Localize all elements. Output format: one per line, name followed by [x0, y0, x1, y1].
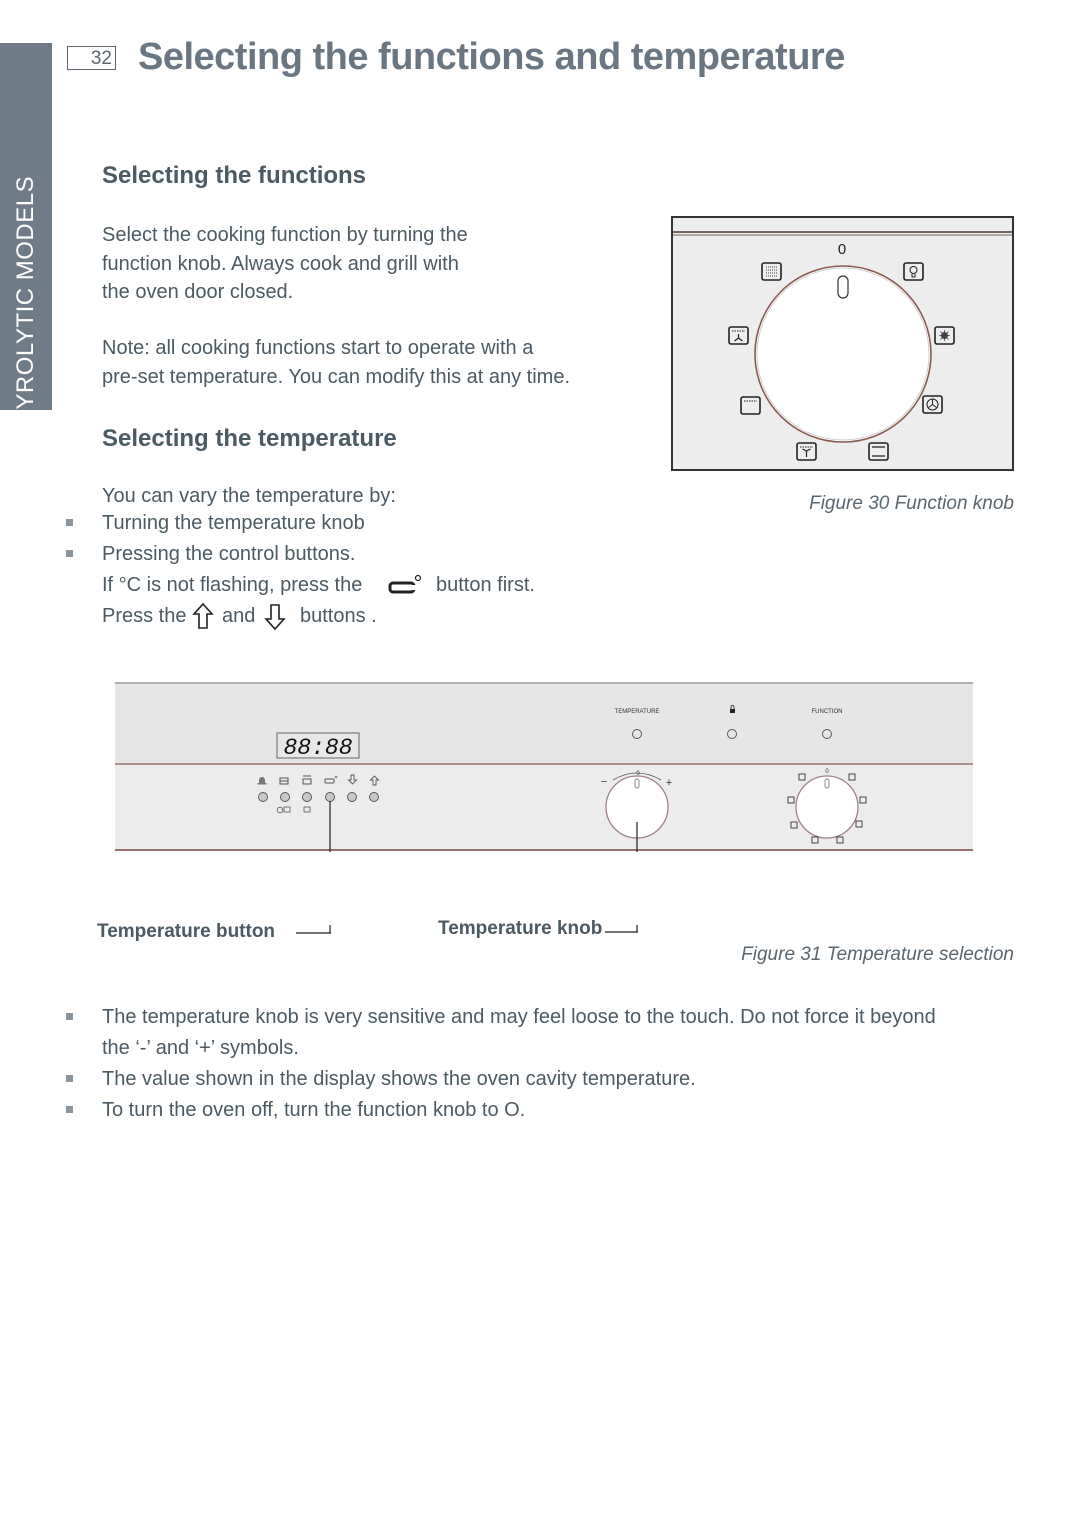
functions-note: Note: all cooking functions start to ope…	[102, 334, 622, 391]
display-value: 88:88	[283, 735, 352, 761]
bake-icon	[740, 396, 761, 415]
text-line: function knob. Always cook and grill wit…	[102, 252, 459, 275]
temperature-button[interactable]	[325, 792, 335, 802]
knob-zero-label: 0	[838, 241, 846, 258]
press-instruction-post: buttons .	[300, 605, 377, 627]
functions-paragraph: Select the cooking function by turning t…	[102, 221, 622, 307]
knob-indicator	[837, 275, 849, 299]
knob-plus-symbol: +	[666, 777, 672, 789]
celsius-instruction-pre: If °C is not flashing, press the	[102, 574, 363, 596]
conventional-bake-icon	[796, 442, 817, 461]
note-line: To turn the oven off, turn the function …	[102, 1099, 526, 1121]
text-line: Note: all cooking functions start to ope…	[102, 337, 534, 359]
temperature-button-icon	[388, 574, 422, 594]
temperature-intro: You can vary the temperature by:	[102, 485, 396, 507]
side-tab-label: PYROLYTIC MODELS	[12, 175, 39, 427]
callout-temperature-button: Temperature button	[97, 921, 276, 942]
callout-temperature-knob: Temperature knob	[438, 918, 603, 939]
temperature-bullet: Pressing the control buttons.	[102, 543, 356, 565]
defrost-icon	[934, 326, 955, 345]
press-instruction-pre: Press the	[102, 605, 187, 627]
stop-button[interactable]	[302, 792, 312, 802]
bell-button[interactable]	[258, 792, 268, 802]
function-knob-drawing: 0	[673, 231, 1012, 461]
figure-temperature-selection: 88:88 TEMPERATURE FUNCTION − + 0 0	[115, 682, 973, 852]
fan-grill-icon	[728, 326, 749, 345]
section-heading-temperature: Selecting the temperature	[102, 425, 397, 452]
celsius-instruction-post: button first.	[436, 574, 535, 596]
text-line: pre-set temperature. You can modify this…	[102, 365, 571, 388]
side-tab: PYROLYTIC MODELS	[0, 43, 52, 426]
bullet-icon	[66, 1106, 73, 1113]
cook-time-button[interactable]	[280, 792, 290, 802]
up-button[interactable]	[369, 792, 379, 802]
note-line: the ‘-’ and ‘+’ symbols.	[102, 1037, 299, 1059]
function-knob[interactable]	[795, 775, 859, 839]
fan-bake-icon	[868, 442, 889, 461]
figure-30-caption: Figure 30 Function knob	[809, 493, 1014, 514]
page-title: Selecting the functions and temperature	[138, 36, 845, 78]
up-arrow-icon	[192, 602, 214, 629]
knob-minus-symbol: −	[601, 776, 607, 788]
figure-function-knob: 0	[671, 216, 1014, 471]
page-number-box: 32	[67, 46, 116, 70]
page-number: 32	[90, 48, 112, 69]
fan-forced-icon	[922, 395, 943, 414]
temperature-bullet: Turning the temperature knob	[102, 512, 365, 534]
text-line: the oven door closed.	[102, 281, 294, 303]
down-arrow-icon	[264, 604, 286, 631]
bullet-icon	[66, 1013, 73, 1020]
digital-display: 88:88	[276, 732, 360, 761]
note-line: The temperature knob is very sensitive a…	[102, 1006, 936, 1028]
bullet-icon	[66, 519, 73, 526]
section-heading-functions: Selecting the functions	[102, 162, 367, 189]
light-icon	[903, 262, 924, 281]
down-button[interactable]	[347, 792, 357, 802]
text-line: Select the cooking function by turning t…	[102, 224, 468, 246]
temperature-panel-label: TEMPERATURE	[615, 709, 660, 715]
press-instruction-and: and	[222, 605, 256, 627]
grill-full-icon	[761, 262, 782, 281]
function-panel-label: FUNCTION	[812, 709, 843, 715]
control-panel-drawing: 88:88 TEMPERATURE FUNCTION − + 0 0	[115, 682, 973, 852]
note-line: The value shown in the display shows the…	[102, 1068, 696, 1090]
bullet-icon	[66, 550, 73, 557]
figure-31-caption: Figure 31 Temperature selection	[741, 944, 1014, 965]
bullet-icon	[66, 1075, 73, 1082]
